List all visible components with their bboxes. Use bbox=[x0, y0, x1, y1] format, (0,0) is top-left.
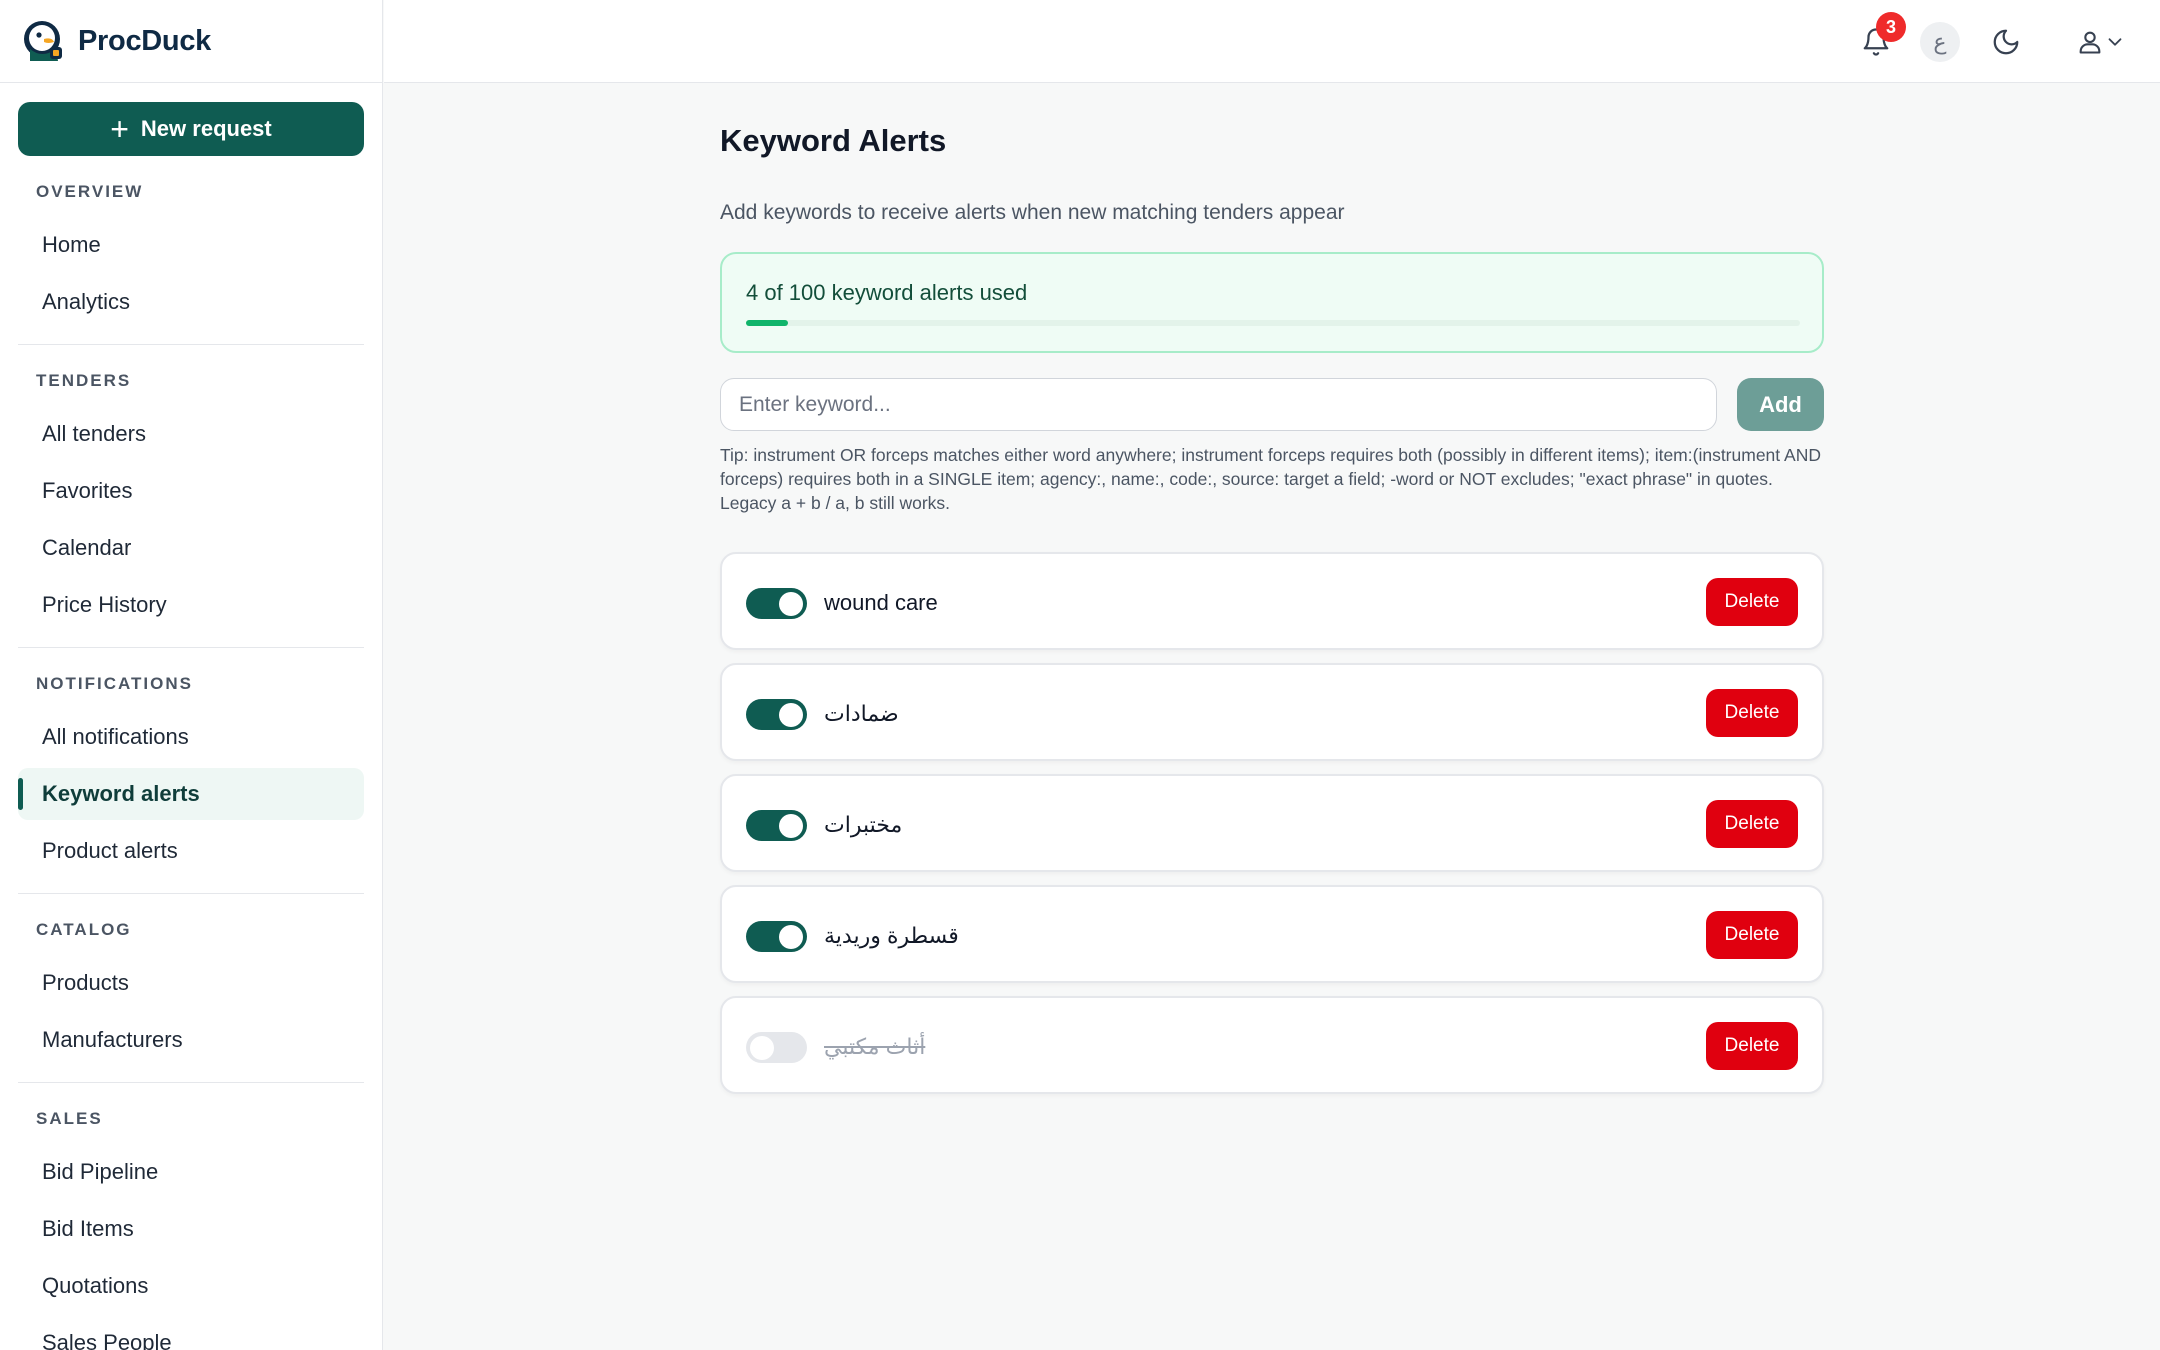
new-request-label: New request bbox=[140, 116, 272, 141]
keyword-label: ضمادات bbox=[824, 701, 899, 726]
divider bbox=[18, 1082, 364, 1083]
section-title-overview: OVERVIEW bbox=[36, 182, 144, 201]
duck-logo-icon bbox=[24, 21, 62, 61]
keyword-alert-item: مختبرات Delete bbox=[720, 774, 1824, 872]
sidebar-item-analytics[interactable]: Analytics bbox=[18, 276, 364, 328]
sidebar-item-calendar[interactable]: Calendar bbox=[18, 522, 364, 574]
usage-progress-fill bbox=[746, 320, 789, 326]
alert-enabled-toggle[interactable] bbox=[746, 1032, 807, 1063]
sidebar-item-keyword-alerts[interactable]: Keyword alerts bbox=[18, 768, 364, 820]
toggle-knob bbox=[779, 592, 803, 616]
divider bbox=[18, 893, 364, 894]
delete-alert-button[interactable]: Delete bbox=[1706, 911, 1798, 959]
sidebar-item-bid-items[interactable]: Bid Items bbox=[18, 1203, 364, 1255]
keyword-alert-list: wound care Delete ضمادات Delete مختبرات … bbox=[720, 552, 1824, 1107]
sidebar-item-bid-pipeline[interactable]: Bid Pipeline bbox=[18, 1146, 364, 1198]
sidebar-item-all-tenders[interactable]: All tenders bbox=[18, 408, 364, 460]
user-menu-button[interactable] bbox=[2066, 22, 2136, 62]
keyword-input[interactable] bbox=[720, 378, 1717, 431]
section-title-catalog: CATALOG bbox=[36, 920, 132, 939]
moon-icon bbox=[1993, 29, 2019, 55]
keyword-alert-item: wound care Delete bbox=[720, 552, 1824, 650]
section-title-sales: SALES bbox=[36, 1109, 103, 1128]
sidebar-item-quotations[interactable]: Quotations bbox=[18, 1260, 364, 1312]
keyword-alert-item: أثاث مكتبي Delete bbox=[720, 996, 1824, 1094]
delete-alert-button[interactable]: Delete bbox=[1706, 689, 1798, 737]
plus-icon: + bbox=[110, 111, 129, 147]
top-bar: 3 ع bbox=[384, 0, 2160, 83]
sidebar-item-manufacturers[interactable]: Manufacturers bbox=[18, 1014, 364, 1066]
alert-enabled-toggle[interactable] bbox=[746, 699, 807, 730]
language-toggle-button[interactable]: ع bbox=[1920, 22, 1960, 62]
sidebar-item-sales-people[interactable]: Sales People bbox=[18, 1317, 364, 1350]
brand-name: ProcDuck bbox=[78, 24, 211, 57]
keyword-alert-item: قسطرة وريدية Delete bbox=[720, 885, 1824, 983]
delete-alert-button[interactable]: Delete bbox=[1706, 1022, 1798, 1070]
new-request-button[interactable]: + New request bbox=[18, 102, 364, 156]
sidebar-nav: OVERVIEW Home Analytics TENDERS All tend… bbox=[18, 170, 364, 1350]
sidebar-item-home[interactable]: Home bbox=[18, 219, 364, 271]
toggle-knob bbox=[750, 1036, 774, 1060]
section-title-notifications: NOTIFICATIONS bbox=[36, 674, 193, 693]
delete-alert-button[interactable]: Delete bbox=[1706, 800, 1798, 848]
delete-alert-button[interactable]: Delete bbox=[1706, 578, 1798, 626]
app: ProcDuck + New request OVERVIEW Home Ana… bbox=[0, 0, 2160, 1350]
keyword-label: أثاث مكتبي bbox=[824, 1034, 926, 1059]
sidebar-item-favorites[interactable]: Favorites bbox=[18, 465, 364, 517]
sidebar-item-price-history[interactable]: Price History bbox=[18, 579, 364, 631]
alert-enabled-toggle[interactable] bbox=[746, 921, 807, 952]
brand[interactable]: ProcDuck bbox=[0, 0, 382, 83]
keyword-alert-item: ضمادات Delete bbox=[720, 663, 1824, 761]
theme-toggle-button[interactable] bbox=[1986, 22, 2026, 62]
usage-progress-bar bbox=[746, 320, 1800, 326]
usage-text: 4 of 100 keyword alerts used bbox=[746, 280, 1028, 305]
sidebar: ProcDuck + New request OVERVIEW Home Ana… bbox=[0, 0, 383, 1350]
toggle-knob bbox=[779, 703, 803, 727]
usage-card: 4 of 100 keyword alerts used bbox=[720, 252, 1824, 353]
page-subtitle: Add keywords to receive alerts when new … bbox=[720, 201, 1345, 224]
notifications-button[interactable]: 3 bbox=[1856, 12, 1906, 62]
keyword-label: قسطرة وريدية bbox=[824, 923, 959, 948]
alert-enabled-toggle[interactable] bbox=[746, 588, 807, 619]
user-icon bbox=[2079, 31, 2101, 54]
notification-count-badge: 3 bbox=[1876, 12, 1906, 42]
search-syntax-tip: Tip: instrument OR forceps matches eithe… bbox=[720, 445, 1821, 513]
chevron-down-icon bbox=[2108, 38, 2122, 46]
sidebar-item-product-alerts[interactable]: Product alerts bbox=[18, 825, 364, 877]
toggle-knob bbox=[779, 814, 803, 838]
sidebar-item-products[interactable]: Products bbox=[18, 957, 364, 1009]
sidebar-item-all-notifications[interactable]: All notifications bbox=[18, 711, 364, 763]
keyword-label: مختبرات bbox=[824, 812, 903, 837]
section-title-tenders: TENDERS bbox=[36, 371, 132, 390]
divider bbox=[18, 344, 364, 345]
divider bbox=[18, 647, 364, 648]
page-title: Keyword Alerts bbox=[720, 123, 947, 158]
toggle-knob bbox=[779, 925, 803, 949]
add-keyword-button[interactable]: Add bbox=[1737, 378, 1824, 431]
alert-enabled-toggle[interactable] bbox=[746, 810, 807, 841]
keyword-label: wound care bbox=[824, 590, 938, 615]
